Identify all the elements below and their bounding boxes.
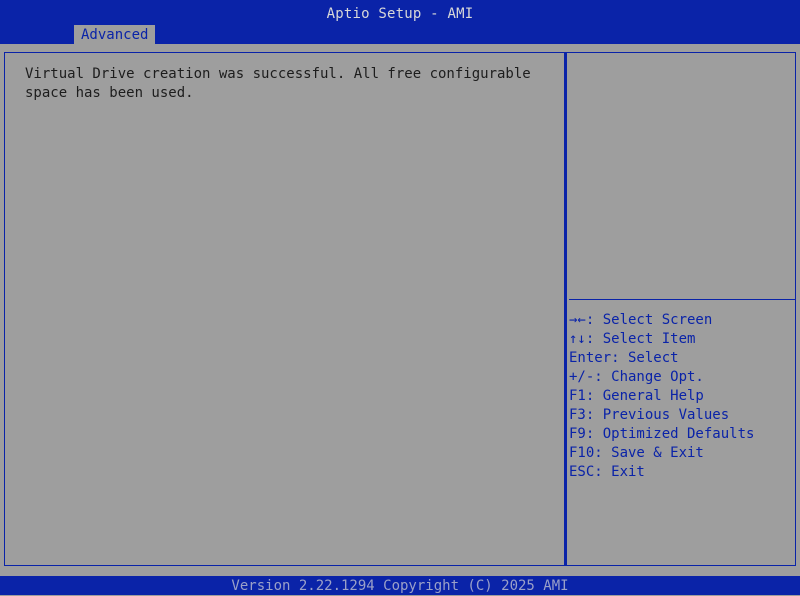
help-optimized-defaults: F9: Optimized Defaults: [569, 426, 755, 442]
version-footer: Version 2.22.1294 Copyright (C) 2025 AMI: [0, 576, 800, 595]
header-bar: Aptio Setup - AMI Advanced: [0, 0, 800, 44]
help-general-help: F1: General Help: [569, 388, 704, 404]
main-panel: Virtual Drive creation was successful. A…: [4, 52, 565, 566]
help-panel: →←: Select Screen ↑↓: Select Item Enter:…: [565, 52, 796, 566]
help-esc-exit: ESC: Exit: [569, 464, 645, 480]
help-enter-select: Enter: Select: [569, 350, 679, 366]
help-change-opt: +/-: Change Opt.: [569, 369, 704, 385]
help-select-screen: →←: Select Screen: [569, 312, 713, 328]
key-help-list: →←: Select Screen ↑↓: Select Item Enter:…: [569, 311, 754, 482]
help-previous-values: F3: Previous Values: [569, 407, 730, 423]
help-select-item: ↑↓: Select Item: [569, 331, 696, 347]
help-save-exit: F10: Save & Exit: [569, 445, 704, 461]
status-message: Virtual Drive creation was successful. A…: [25, 66, 531, 101]
tab-advanced[interactable]: Advanced: [74, 25, 156, 44]
help-divider: [569, 299, 795, 300]
app-title: Aptio Setup - AMI: [326, 6, 474, 22]
